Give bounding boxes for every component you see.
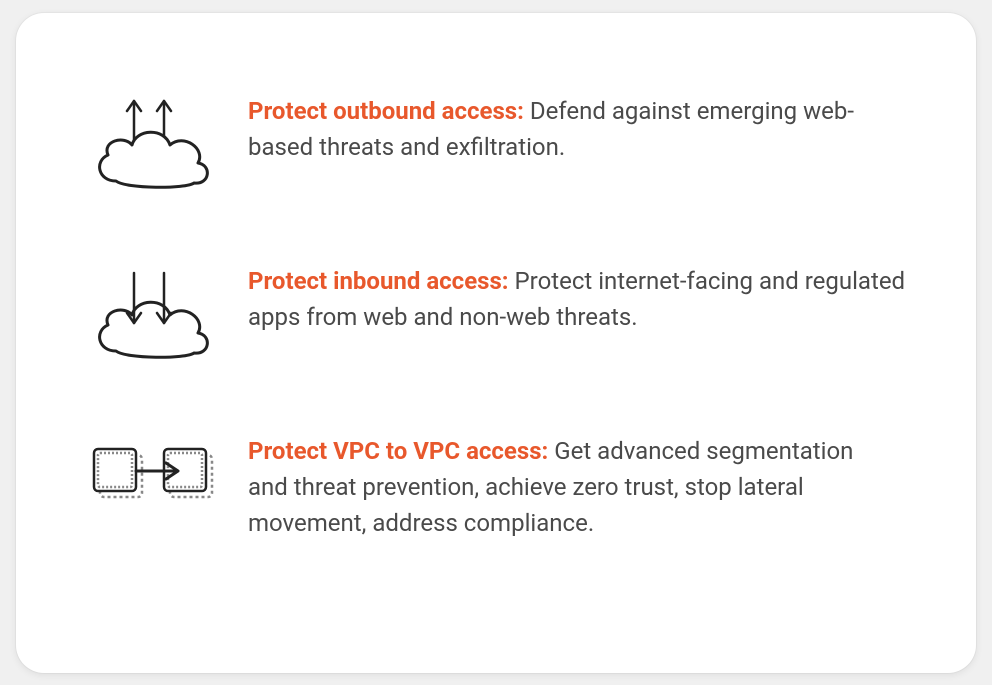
info-card: Protect outbound access: Defend against … bbox=[16, 13, 976, 673]
item-vpc: Protect VPC to VPC access: Get advanced … bbox=[86, 433, 906, 541]
item-text: Protect outbound access: Defend against … bbox=[248, 93, 906, 165]
item-text: Protect inbound access: Protect internet… bbox=[248, 263, 906, 335]
item-outbound: Protect outbound access: Defend against … bbox=[86, 93, 906, 193]
cloud-inbound-icon bbox=[86, 263, 216, 363]
item-text: Protect VPC to VPC access: Get advanced … bbox=[248, 433, 888, 541]
cloud-outbound-icon bbox=[86, 93, 216, 193]
item-inbound: Protect inbound access: Protect internet… bbox=[86, 263, 906, 363]
item-title: Protect VPC to VPC access: bbox=[248, 437, 548, 465]
vpc-to-vpc-icon bbox=[86, 433, 216, 513]
item-title: Protect inbound access: bbox=[248, 267, 509, 295]
item-title: Protect outbound access: bbox=[248, 97, 524, 125]
